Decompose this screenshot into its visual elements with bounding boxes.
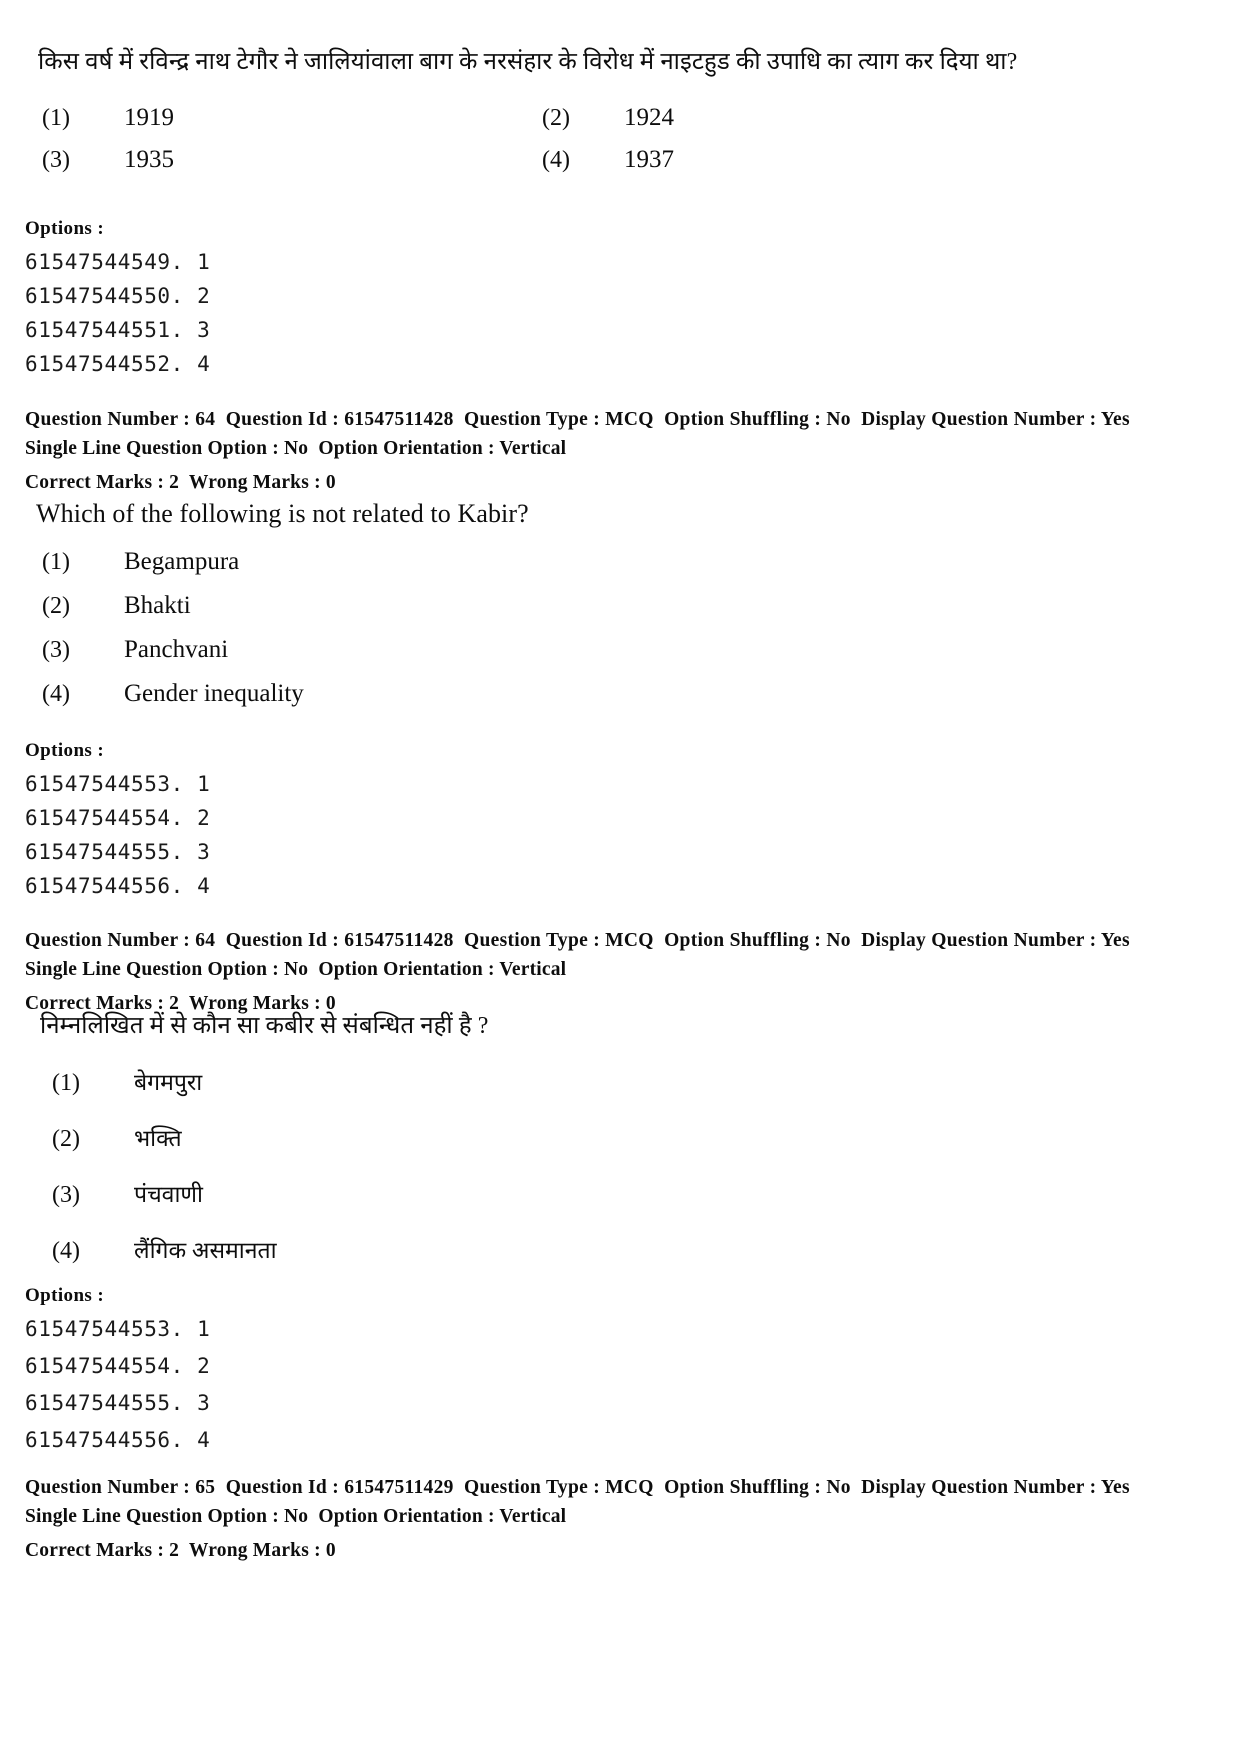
metadata-line-primary: Question Number : 64 Question Id : 61547… — [25, 930, 1130, 951]
metadata-line-marks: Correct Marks : 2 Wrong Marks : 0 — [25, 1539, 336, 1561]
option-id: 61547544553. 1 — [25, 772, 211, 796]
question-stem: निम्नलिखित में से कौन सा कबीर से संबन्धि… — [40, 1013, 489, 1039]
options-heading: Options : — [25, 218, 105, 239]
option-id: 61547544555. 3 — [25, 1391, 211, 1415]
option-number: (2) — [542, 105, 570, 131]
option-label: बेगमपुरा — [134, 1070, 203, 1095]
option-number: (1) — [42, 549, 70, 575]
option-row[interactable]: (4) लैंगिक असमानता — [52, 1233, 752, 1265]
document-page: किस वर्ष में रविन्द्र नाथ टेगौर ने जालिय… — [0, 0, 1240, 1754]
question-stem: Which of the following is not related to… — [36, 499, 529, 528]
option-id: 61547544556. 4 — [25, 1428, 211, 1452]
option-row[interactable]: (1) Begampura — [42, 548, 742, 576]
option-row[interactable]: (3) पंचवाणी — [52, 1177, 752, 1209]
metadata-line-option-settings: Single Line Question Option : No Option … — [25, 959, 567, 981]
option-label: पंचवाणी — [134, 1182, 203, 1207]
options-id-block-hindi-tagore: Options : 61547544549. 1 61547544550. 2 … — [25, 218, 210, 376]
metadata-line-primary: Question Number : 64 Question Id : 61547… — [25, 409, 1130, 430]
options-heading: Options : — [25, 1285, 105, 1306]
option-row[interactable]: (1) 1919 — [42, 104, 542, 132]
question-block-hindi-kabir: निम्नलिखित में से कौन सा कबीर से संबन्धि… — [40, 1010, 1210, 1042]
option-id: 61547544553. 1 — [25, 1317, 211, 1341]
question-stem: किस वर्ष में रविन्द्र नाथ टेगौर ने जालिय… — [38, 49, 1018, 75]
option-label: Gender inequality — [124, 680, 304, 707]
option-number: (4) — [52, 1238, 80, 1264]
option-row[interactable]: (2) Bhakti — [42, 592, 742, 620]
options-id-block-english-kabir: Options : 61547544553. 1 61547544554. 2 … — [25, 740, 210, 898]
option-row[interactable]: (3) Panchvani — [42, 636, 742, 664]
option-id: 61547544549. 1 — [25, 250, 211, 274]
option-id: 61547544552. 4 — [25, 352, 211, 376]
metadata-line-option-settings: Single Line Question Option : No Option … — [25, 1506, 567, 1528]
option-row[interactable]: (3) 1935 — [42, 146, 542, 174]
question-metadata-block: Question Number : 64 Question Id : 61547… — [25, 405, 1215, 497]
option-id: 61547544555. 3 — [25, 840, 211, 864]
option-row[interactable]: (4) 1937 — [542, 146, 1142, 174]
option-label: लैंगिक असमानता — [134, 1238, 277, 1263]
option-label: Begampura — [124, 548, 240, 575]
question-block-english-kabir: Which of the following is not related to… — [36, 496, 1206, 531]
option-row[interactable]: (2) भक्ति — [52, 1121, 752, 1153]
option-number: (3) — [52, 1182, 80, 1208]
option-number: (4) — [42, 681, 70, 707]
question-block-hindi-tagore: किस वर्ष में रविन्द्र नाथ टेगौर ने जालिय… — [38, 46, 1208, 78]
option-label: 1937 — [624, 146, 674, 173]
option-row[interactable]: (2) 1924 — [542, 104, 1142, 132]
option-id: 61547544554. 2 — [25, 806, 211, 830]
options-id-block-hindi-kabir: Options : 61547544553. 1 61547544554. 2 … — [25, 1285, 210, 1452]
option-list-hindi-tagore: (1) 1919 (2) 1924 (3) 1935 (4) 1937 — [42, 104, 1142, 174]
option-id-list: 61547544553. 1 61547544554. 2 6154754455… — [25, 772, 210, 898]
option-number: (2) — [52, 1126, 80, 1152]
option-list-hindi-kabir: (1) बेगमपुरा (2) भक्ति (3) पंचवाणी (4) ल… — [52, 1065, 752, 1265]
metadata-line-marks: Correct Marks : 2 Wrong Marks : 0 — [25, 471, 336, 493]
options-heading: Options : — [25, 740, 105, 761]
option-label: Bhakti — [124, 592, 191, 619]
metadata-line-primary: Question Number : 65 Question Id : 61547… — [25, 1477, 1130, 1498]
option-id: 61547544550. 2 — [25, 284, 211, 308]
metadata-line-option-settings: Single Line Question Option : No Option … — [25, 438, 567, 460]
option-label: 1919 — [124, 104, 174, 131]
option-list-english-kabir: (1) Begampura (2) Bhakti (3) Panchvani (… — [42, 548, 742, 708]
option-id-list: 61547544549. 1 61547544550. 2 6154754455… — [25, 250, 210, 376]
option-number: (3) — [42, 637, 70, 663]
option-label: Panchvani — [124, 636, 229, 663]
option-number: (1) — [52, 1070, 80, 1096]
question-metadata-block: Question Number : 65 Question Id : 61547… — [25, 1473, 1215, 1565]
option-id: 61547544556. 4 — [25, 874, 211, 898]
option-label: 1935 — [124, 146, 174, 173]
option-row[interactable]: (4) Gender inequality — [42, 680, 742, 708]
question-metadata-block: Question Number : 64 Question Id : 61547… — [25, 926, 1215, 1018]
option-id-list: 61547544553. 1 61547544554. 2 6154754455… — [25, 1317, 210, 1452]
option-row[interactable]: (1) बेगमपुरा — [52, 1065, 752, 1097]
option-number: (4) — [542, 147, 570, 173]
option-label: 1924 — [624, 104, 674, 131]
option-id: 61547544554. 2 — [25, 1354, 211, 1378]
option-number: (2) — [42, 593, 70, 619]
option-id: 61547544551. 3 — [25, 318, 211, 342]
option-number: (3) — [42, 147, 70, 173]
option-label: भक्ति — [134, 1126, 182, 1151]
option-number: (1) — [42, 105, 70, 131]
